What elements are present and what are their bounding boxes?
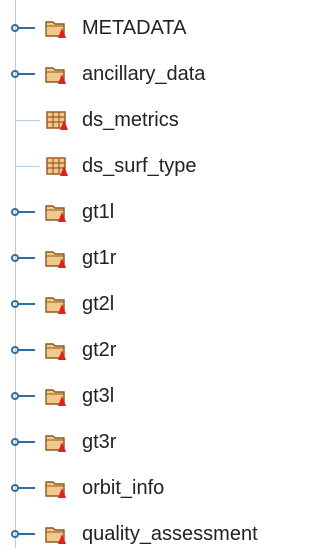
tree-node-gt2l[interactable]: gt2l — [0, 284, 310, 324]
expand-handle-icon[interactable] — [11, 530, 35, 538]
tree-node-label: orbit_info — [82, 477, 165, 499]
expand-handle-icon[interactable] — [11, 300, 35, 308]
tree-node-label: METADATA — [82, 17, 187, 39]
dataset-table-icon — [46, 111, 68, 130]
expand-handle-icon[interactable] — [11, 346, 35, 354]
group-folder-icon — [45, 205, 66, 222]
expand-handle-icon[interactable] — [11, 208, 35, 216]
group-folder-icon — [45, 67, 66, 84]
group-folder-icon — [45, 527, 66, 544]
tree-node-label: gt1l — [82, 201, 115, 223]
tree-node-metadata[interactable]: METADATA — [0, 8, 310, 48]
group-folder-icon — [45, 435, 66, 452]
tree-node-label: ds_surf_type — [82, 155, 197, 177]
tree-node-ds-surf-type[interactable]: ds_surf_type — [0, 146, 310, 186]
tree-node-gt3l[interactable]: gt3l — [0, 376, 310, 416]
group-folder-icon — [45, 297, 66, 314]
group-folder-icon — [45, 481, 66, 498]
tree-node-quality-assessment[interactable]: quality_assessment — [0, 514, 310, 554]
tree-node-label: ancillary_data — [82, 63, 206, 85]
tree-node-label: gt2l — [82, 293, 115, 315]
group-folder-icon — [45, 21, 66, 38]
tree-node-gt1l[interactable]: gt1l — [0, 192, 310, 232]
group-folder-icon — [45, 251, 66, 268]
tree-node-gt3r[interactable]: gt3r — [0, 422, 310, 462]
expand-handle-icon[interactable] — [11, 438, 35, 446]
expand-handle-icon[interactable] — [11, 70, 35, 78]
expand-handle-icon[interactable] — [11, 24, 35, 32]
tree-node-ancillary-data[interactable]: ancillary_data — [0, 54, 310, 94]
dataset-table-icon — [46, 157, 68, 176]
tree-node-ds-metrics[interactable]: ds_metrics — [0, 100, 310, 140]
tree-connector — [16, 120, 40, 121]
tree-node-label: gt3r — [82, 431, 117, 453]
tree-node-label: ds_metrics — [82, 109, 179, 131]
tree-node-gt1r[interactable]: gt1r — [0, 238, 310, 278]
tree-node-label: gt1r — [82, 247, 117, 269]
group-folder-icon — [45, 389, 66, 406]
expand-handle-icon[interactable] — [11, 392, 35, 400]
tree-connector — [16, 166, 40, 167]
tree-node-orbit-info[interactable]: orbit_info — [0, 468, 310, 508]
group-folder-icon — [45, 343, 66, 360]
tree-node-label: gt3l — [82, 385, 115, 407]
expand-handle-icon[interactable] — [11, 484, 35, 492]
hdf-tree-view: METADATA ancillary_data ds_metrics ds_su… — [0, 0, 310, 548]
tree-node-gt2r[interactable]: gt2r — [0, 330, 310, 370]
expand-handle-icon[interactable] — [11, 254, 35, 262]
tree-node-label: gt2r — [82, 339, 117, 361]
tree-node-label: quality_assessment — [82, 523, 258, 545]
